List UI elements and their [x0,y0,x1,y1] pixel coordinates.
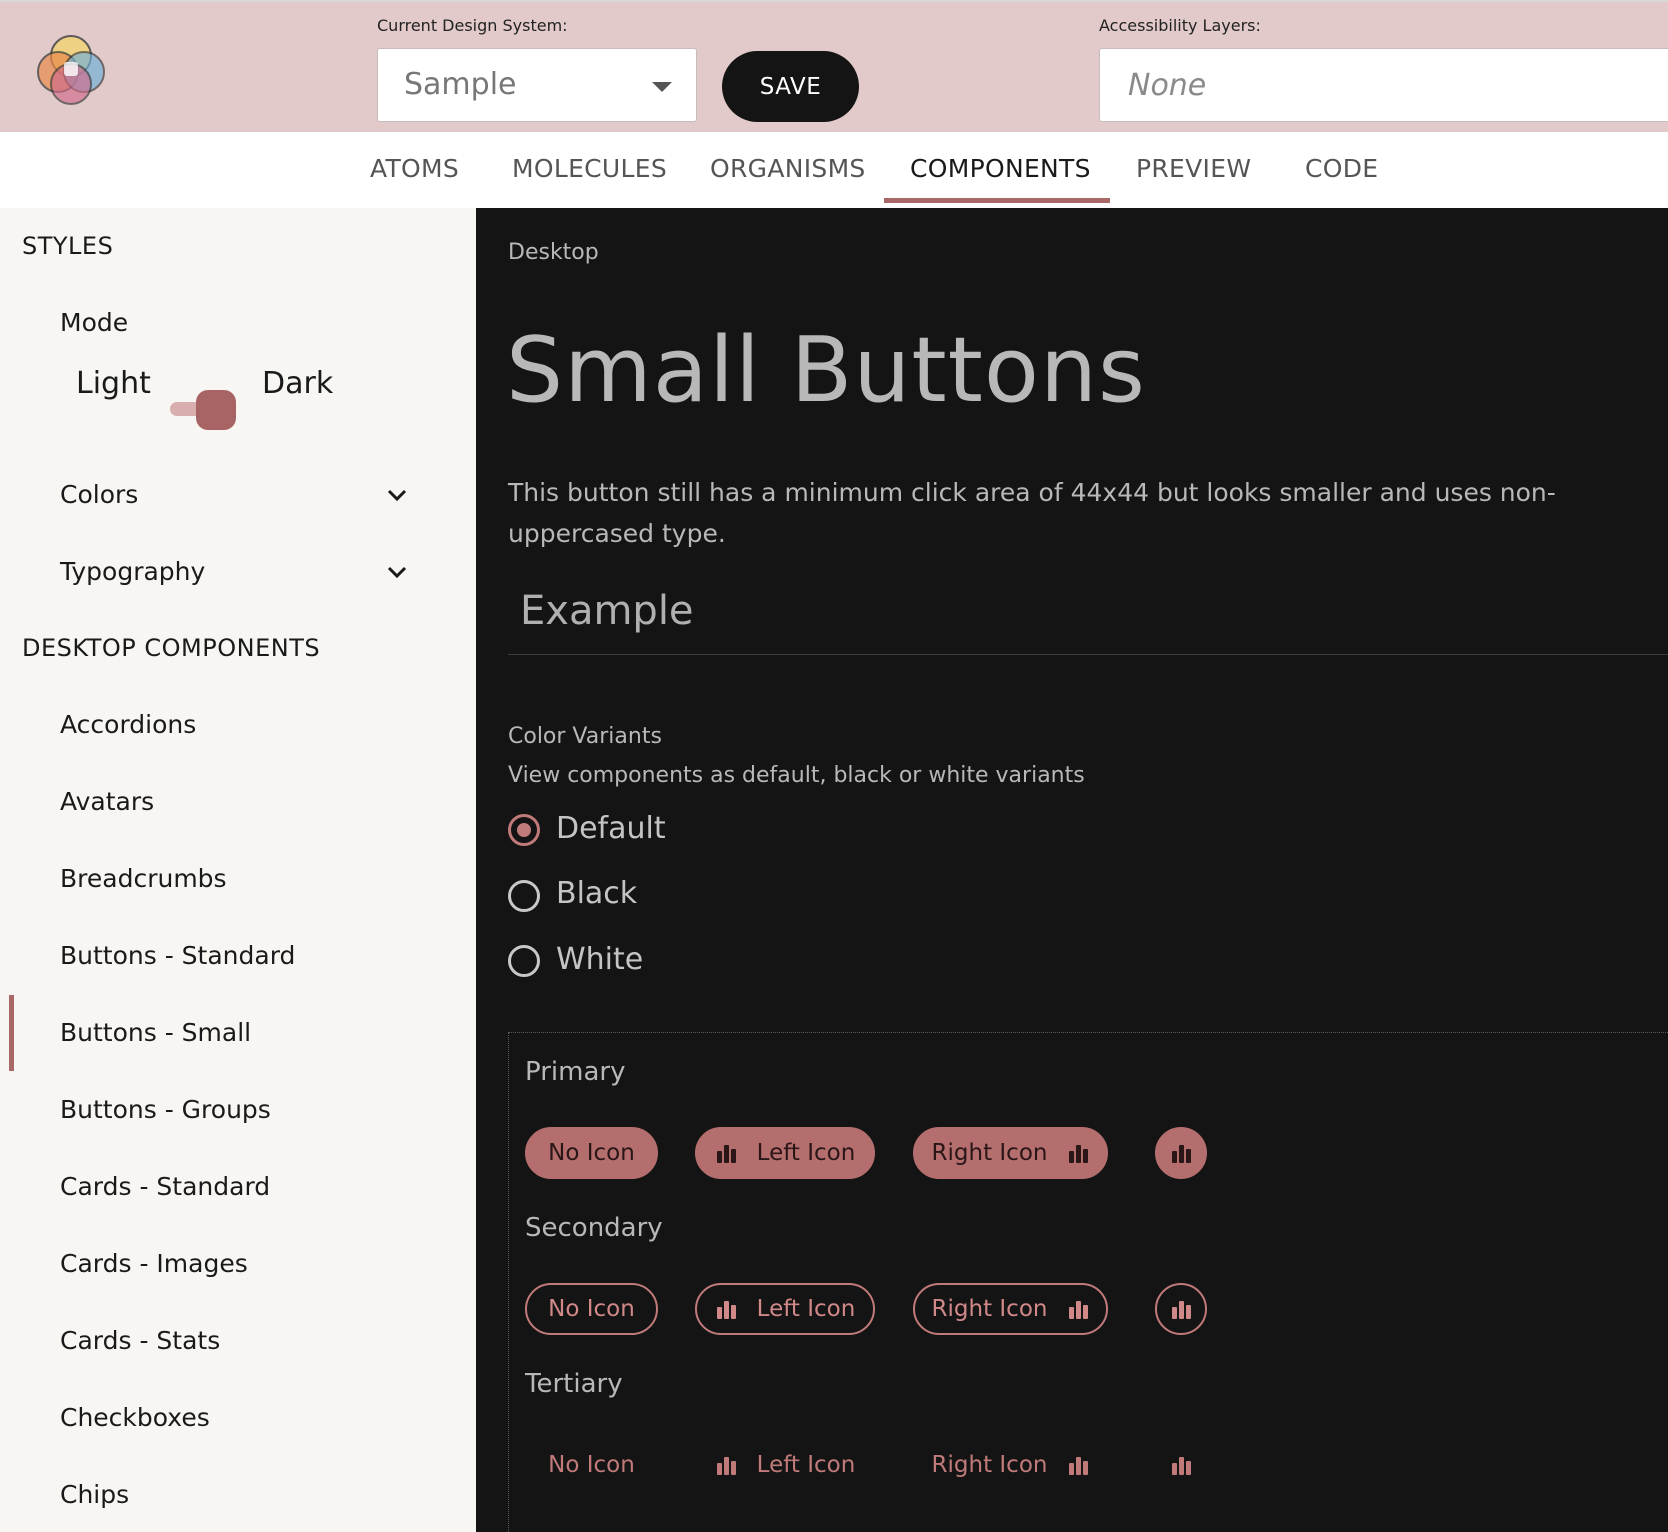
button-demo-panel: Primary No Icon Left Icon Right Icon Sec… [508,1032,1668,1532]
button-label: Right Icon [931,1296,1048,1322]
sidebar-item-accordions[interactable]: Accordions [60,710,196,739]
tertiary-left-icon-button[interactable]: Left Icon [695,1439,875,1491]
mode-light-label: Light [76,366,151,401]
radio-black[interactable] [508,880,540,912]
active-item-indicator [9,995,14,1071]
triangle-down-icon [652,82,672,92]
tertiary-no-icon-button[interactable]: No Icon [525,1439,658,1491]
page-title: Small Buttons [506,318,1146,423]
button-label: No Icon [548,1452,635,1478]
sidebar: STYLES Mode Light Dark Colors Typography… [0,208,476,1532]
top-header: Current Design System: Sample SAVE Acces… [0,0,1668,132]
sidebar-item-buttons-standard[interactable]: Buttons - Standard [60,941,295,970]
tab-code[interactable]: CODE [1305,154,1378,183]
bar-chart-icon [716,1301,736,1319]
bar-chart-icon [1172,1301,1191,1319]
primary-left-icon-button[interactable]: Left Icon [695,1127,875,1179]
bar-chart-icon [1069,1145,1089,1163]
tertiary-right-icon-button[interactable]: Right Icon [913,1439,1108,1491]
tab-molecules[interactable]: MOLECULES [512,154,667,183]
button-label: No Icon [548,1140,635,1166]
secondary-left-icon-button[interactable]: Left Icon [695,1283,875,1335]
sidebar-item-buttons-small[interactable]: Buttons - Small [60,1018,251,1047]
button-label: No Icon [548,1296,635,1322]
color-variants-subtitle: View components as default, black or whi… [508,763,1085,788]
sidebar-item-checkboxes[interactable]: Checkboxes [60,1403,210,1432]
button-label: Left Icon [756,1296,856,1322]
sidebar-item-avatars[interactable]: Avatars [60,787,154,816]
primary-right-icon-button[interactable]: Right Icon [913,1127,1108,1179]
button-label: Right Icon [931,1452,1048,1478]
button-label: Left Icon [756,1452,856,1478]
secondary-right-icon-button[interactable]: Right Icon [913,1283,1108,1335]
design-system-select[interactable]: Sample [377,48,697,122]
accessibility-layers-label: Accessibility Layers: [1099,16,1261,35]
sidebar-item-cards-stats[interactable]: Cards - Stats [60,1326,220,1355]
radio-white-label[interactable]: White [556,942,643,977]
design-system-value: Sample [404,67,517,102]
sidebar-item-chips[interactable]: Chips [60,1480,129,1509]
bar-chart-icon [716,1457,736,1475]
main-content: Desktop Small Buttons This button still … [476,208,1668,1532]
radio-white[interactable] [508,945,540,977]
breadcrumb: Desktop [508,240,599,265]
mode-toggle-thumb[interactable] [196,390,236,430]
primary-no-icon-button[interactable]: No Icon [525,1127,658,1179]
page-description: This button still has a minimum click ar… [508,478,1556,548]
bar-chart-icon [716,1145,736,1163]
tab-atoms[interactable]: ATOMS [370,154,459,183]
save-button[interactable]: SAVE [722,51,859,122]
accessibility-layers-input[interactable] [1099,48,1668,122]
secondary-group-label: Secondary [525,1213,663,1243]
chevron-down-icon[interactable] [386,484,408,506]
secondary-no-icon-button[interactable]: No Icon [525,1283,658,1335]
logo-icon [37,35,105,105]
mode-label: Mode [60,308,129,337]
primary-icon-only-button[interactable] [1155,1127,1207,1179]
tertiary-group-label: Tertiary [525,1369,623,1399]
tab-preview[interactable]: PREVIEW [1136,154,1251,183]
sidebar-item-colors[interactable]: Colors [60,480,138,509]
bar-chart-icon [1172,1145,1191,1163]
divider [508,654,1668,655]
radio-default[interactable] [508,814,540,846]
styles-heading: STYLES [22,232,114,260]
tertiary-icon-only-button[interactable] [1155,1439,1207,1491]
button-label: Right Icon [931,1140,1048,1166]
design-system-label: Current Design System: [377,16,568,35]
example-heading: Example [520,588,694,634]
secondary-icon-only-button[interactable] [1155,1283,1207,1335]
primary-group-label: Primary [525,1057,626,1087]
sidebar-item-cards-images[interactable]: Cards - Images [60,1249,248,1278]
tab-organisms[interactable]: ORGANISMS [710,154,866,183]
sidebar-item-buttons-groups[interactable]: Buttons - Groups [60,1095,271,1124]
main-tabs: ATOMS MOLECULES ORGANISMS COMPONENTS PRE… [0,132,1668,208]
bar-chart-icon [1172,1457,1191,1475]
sidebar-item-typography[interactable]: Typography [60,557,205,586]
button-label: Left Icon [756,1140,856,1166]
desktop-components-heading: DESKTOP COMPONENTS [22,634,321,662]
sidebar-item-cards-standard[interactable]: Cards - Standard [60,1172,270,1201]
radio-black-label[interactable]: Black [556,876,637,911]
active-tab-indicator [884,198,1110,203]
radio-default-label[interactable]: Default [556,811,666,846]
bar-chart-icon [1069,1301,1089,1319]
bar-chart-icon [1069,1457,1089,1475]
color-variants-title: Color Variants [508,724,662,749]
mode-dark-label: Dark [262,366,334,401]
sidebar-item-breadcrumbs[interactable]: Breadcrumbs [60,864,227,893]
tab-components[interactable]: COMPONENTS [910,154,1091,183]
chevron-down-icon[interactable] [386,561,408,583]
